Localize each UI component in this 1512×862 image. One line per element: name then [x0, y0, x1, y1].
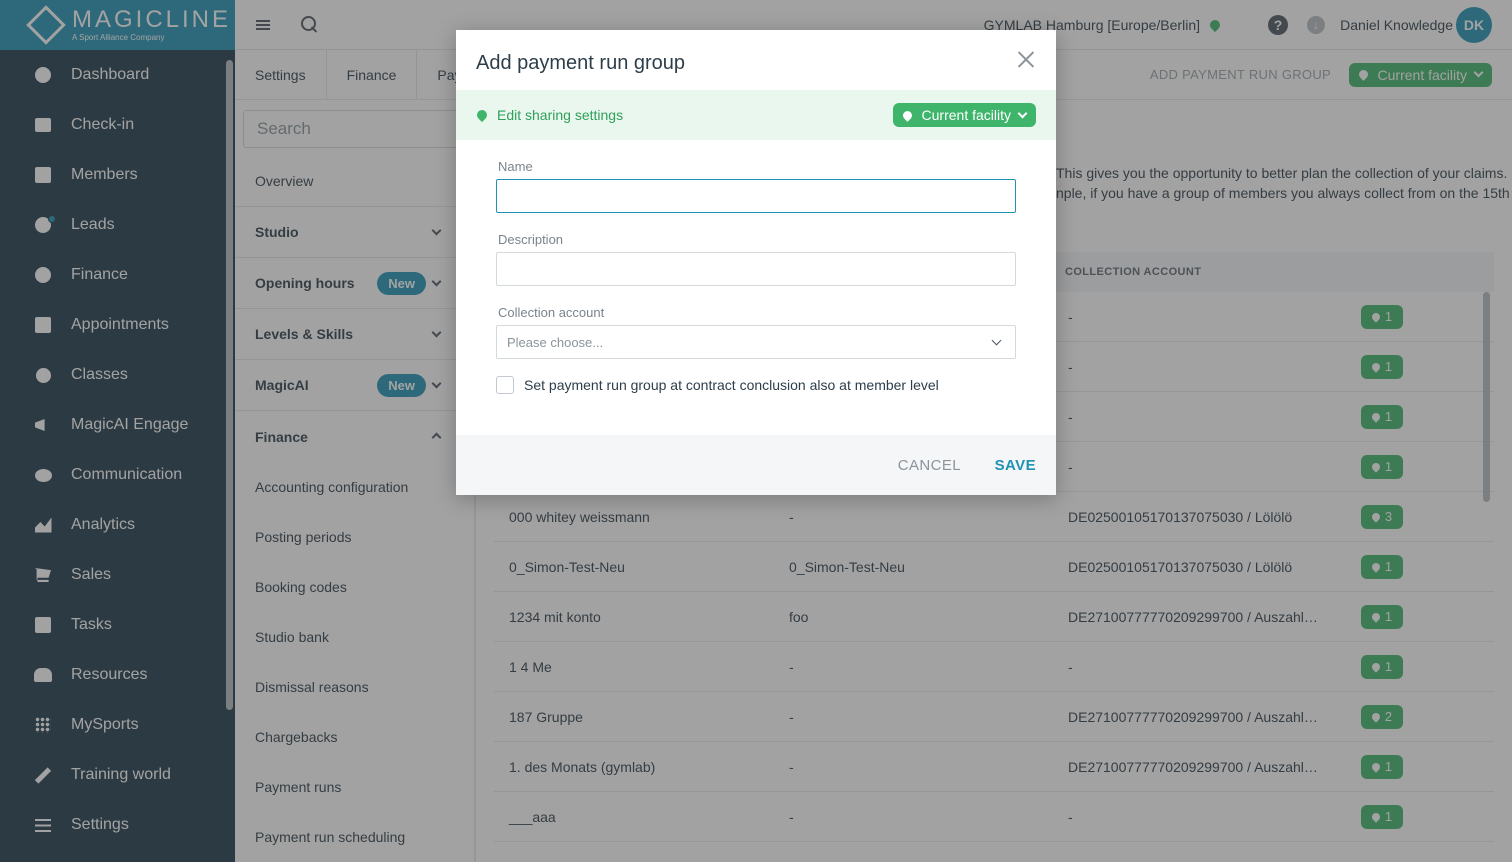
- dialog-title: Add payment run group: [476, 52, 686, 74]
- facility-pill-label: Current facility: [921, 107, 1011, 123]
- cancel-button[interactable]: CANCEL: [898, 457, 961, 474]
- sharing-settings-bar: Edit sharing settings Current facility: [456, 90, 1056, 140]
- close-icon[interactable]: [1016, 48, 1036, 70]
- edit-sharing-settings-link[interactable]: Edit sharing settings: [497, 107, 623, 123]
- collection-account-select[interactable]: Please choose...: [496, 325, 1016, 359]
- member-level-checkbox[interactable]: [496, 376, 514, 394]
- select-placeholder: Please choose...: [507, 334, 604, 350]
- chevron-down-icon: [1017, 108, 1028, 118]
- member-level-checkbox-label[interactable]: Set payment run group at contract conclu…: [524, 377, 939, 393]
- name-label: Name: [498, 159, 533, 174]
- description-label: Description: [498, 232, 564, 247]
- facility-sharing-pill[interactable]: Current facility: [892, 103, 1036, 127]
- save-button[interactable]: SAVE: [995, 457, 1036, 474]
- add-payment-run-group-dialog: Add payment run group Edit sharing setti…: [456, 30, 1056, 495]
- name-field[interactable]: [496, 179, 1016, 213]
- member-level-option: Set payment run group at contract conclu…: [496, 376, 939, 394]
- description-field[interactable]: [496, 252, 1016, 286]
- location-pin-icon: [900, 108, 914, 122]
- location-pin-icon: [474, 107, 490, 123]
- chevron-down-icon: [991, 335, 1002, 346]
- collection-account-label: Collection account: [498, 305, 605, 320]
- dialog-footer: CANCEL SAVE: [456, 435, 1056, 495]
